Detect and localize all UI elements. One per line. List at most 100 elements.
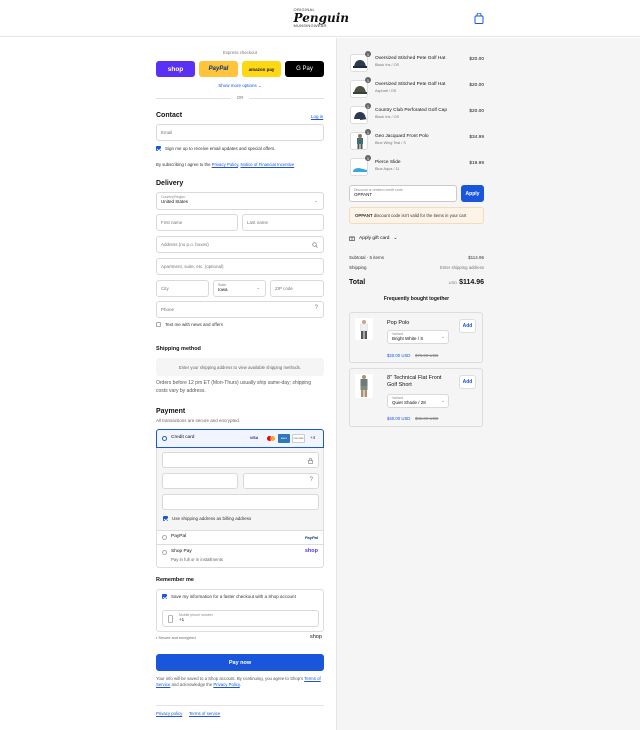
paypal-button[interactable]: PayPal — [199, 61, 238, 77]
checkbox-checked-icon[interactable] — [156, 146, 161, 151]
security-code-field[interactable]: ? — [243, 473, 319, 489]
mobile-value: +1 — [179, 617, 185, 622]
show-more-options[interactable]: Show more options ⌄ — [156, 83, 324, 89]
expiration-field[interactable] — [162, 473, 238, 489]
help-icon[interactable]: ? — [310, 477, 313, 483]
last-name-field[interactable]: Last name — [242, 214, 324, 231]
product-variant: Asphalt / OS — [375, 89, 397, 93]
variant-select[interactable]: Variant Quiet Shade / 28 ⌄ — [387, 394, 449, 408]
add-to-cart-button[interactable]: Add — [459, 319, 476, 333]
compare-price: $79.00 USD — [415, 353, 439, 358]
text-me-label: Text me with news and offers — [165, 322, 223, 327]
help-icon[interactable]: ? — [315, 305, 318, 311]
product-name: Geo Jacquard Front Polo — [375, 134, 429, 139]
discount-code-field[interactable]: Discount or redeem credit code OPPANT — [349, 185, 457, 202]
discover-icon: DISCOVER — [292, 434, 305, 443]
add-to-cart-button[interactable]: Add — [459, 375, 476, 389]
gift-card-toggle[interactable]: Apply gift card ⌄ — [349, 235, 397, 241]
mobile-phone-field[interactable]: Mobile phone number +1 — [162, 610, 319, 627]
name-on-card-field[interactable] — [162, 494, 319, 510]
terms-text-2: and acknowledge the — [170, 682, 214, 688]
financial-incentive-link[interactable]: Notice of Financial Incentive — [240, 162, 294, 167]
cart-item: 1 Country Club Perforated Golf Cap Black… — [350, 103, 484, 124]
search-icon — [312, 242, 318, 248]
shipping-label: Shipping — [349, 265, 367, 270]
text-me-optin[interactable]: Text me with news and offers — [156, 322, 223, 327]
privacy-policy-link[interactable]: Privacy Policy — [212, 162, 238, 167]
secure-note: ▪ Secure and encrypted — [156, 636, 196, 640]
terms-text-end: . — [239, 682, 241, 688]
shop-logo-icon: shop — [310, 634, 322, 640]
footer-privacy-link[interactable]: Privacy policy — [156, 711, 182, 716]
chevron-down-icon: ⌄ — [258, 83, 262, 88]
product-price: $20.00 — [469, 57, 484, 62]
more-cards-count: +4 — [310, 435, 316, 440]
quantity-badge: 1 — [365, 155, 371, 161]
secure-label: Secure and encrypted — [158, 636, 196, 640]
radio-selected-icon[interactable] — [162, 436, 167, 441]
discount-error: OPPANT discount code isn't valid for the… — [349, 207, 484, 224]
apartment-field[interactable]: Apartment, suite, etc. (optional) — [156, 258, 324, 275]
or-divider-label: OR — [231, 95, 249, 100]
brand-logo[interactable]: ORIGINAL Penguin MUNSINGWEAR — [291, 6, 349, 30]
shop-privacy-link[interactable]: Privacy Policy — [213, 682, 239, 687]
card-number-field[interactable] — [162, 452, 319, 468]
variant-select[interactable]: Variant Bright White / S ⌄ — [387, 330, 449, 344]
email-field[interactable]: Email — [156, 124, 324, 141]
address-field[interactable]: Address (no p.o. boxes) — [156, 236, 324, 253]
checkbox-checked-icon[interactable] — [162, 594, 167, 599]
product-image — [350, 106, 368, 124]
fbt-heading: Frequently bought together — [383, 296, 450, 302]
currency-code: USD — [448, 280, 458, 285]
gift-icon — [349, 236, 355, 241]
header: ORIGINAL Penguin MUNSINGWEAR — [0, 0, 640, 37]
radio-icon[interactable] — [162, 550, 167, 555]
variant-value: Quiet Shade / 28 — [392, 400, 426, 405]
card-details-panel: ? Use shipping address as billing addres… — [156, 448, 324, 530]
error-message: discount code isn't valid for the items … — [372, 213, 467, 218]
delivery-heading: Delivery — [156, 180, 184, 187]
first-name-field[interactable]: First name — [156, 214, 238, 231]
radio-icon[interactable] — [162, 535, 167, 540]
contact-heading: Contact — [156, 112, 183, 119]
cart-item: 1 Pierce Slide Blue Aqua / 11 $19.99 — [350, 155, 484, 176]
zip-field[interactable]: ZIP code — [270, 280, 324, 297]
shop-pay-label: Shop Pay — [171, 549, 192, 554]
variant-value: Bright White / S — [392, 336, 424, 341]
email-optin[interactable]: Sign me up to receive email updates and … — [156, 146, 275, 151]
shop-pay-logo-icon: shop — [304, 548, 318, 554]
footer-terms-link[interactable]: Terms of service — [189, 711, 220, 716]
credit-card-option[interactable]: Credit card VISA AMEX DISCOVER +4 — [156, 429, 324, 448]
product-name: Oversized Stitched Pete Golf Hat — [375, 82, 446, 87]
amazon-pay-button[interactable]: amazon pay — [242, 61, 281, 77]
country-select[interactable]: Country/Region United States ⌄ — [156, 192, 324, 210]
chevron-down-icon: ⌄ — [256, 285, 260, 290]
product-image — [350, 54, 368, 72]
phone-field[interactable]: Phone? — [156, 301, 324, 318]
product-name: Pierce Slide — [375, 160, 401, 165]
checkbox-icon[interactable] — [156, 322, 161, 327]
login-link[interactable]: Log in — [311, 114, 323, 119]
product-variant: Black Iris / OS — [375, 115, 400, 119]
pay-now-button[interactable]: Pay now — [156, 654, 324, 671]
checkbox-checked-icon[interactable] — [163, 516, 168, 521]
shopping-bag-icon[interactable] — [474, 13, 484, 24]
apply-discount-button[interactable]: Apply — [461, 185, 484, 202]
shipping-value: Enter shipping address — [440, 265, 484, 270]
state-select[interactable]: State Iowa ⌄ — [213, 280, 266, 297]
recommendation-card: 8" Technical Flat Front Golf Short Varia… — [349, 368, 483, 427]
paypal-option[interactable]: PayPal PayPal — [156, 530, 324, 545]
error-code: OPPANT — [355, 213, 373, 218]
city-field[interactable]: City — [156, 280, 209, 297]
payment-subtitle: All transactions are secure and encrypte… — [156, 418, 241, 423]
shop-pay-option[interactable]: Shop Pay Pay in full or in installments … — [156, 545, 324, 568]
subscription-legal: By subscribing I agree to the Privacy Po… — [156, 162, 324, 167]
google-pay-button[interactable]: G Pay — [285, 61, 324, 77]
lock-icon — [308, 458, 313, 464]
shop-pay-button[interactable]: shop — [156, 61, 195, 77]
billing-same-option[interactable]: Use shipping address as billing address — [163, 516, 251, 521]
address-placeholder: Address (no p.o. boxes) — [161, 242, 209, 247]
product-variant: Black Iris / OS — [375, 63, 400, 67]
total-value: $114.96 — [459, 279, 484, 286]
save-info-option[interactable]: Save my information for a faster checkou… — [162, 594, 296, 599]
